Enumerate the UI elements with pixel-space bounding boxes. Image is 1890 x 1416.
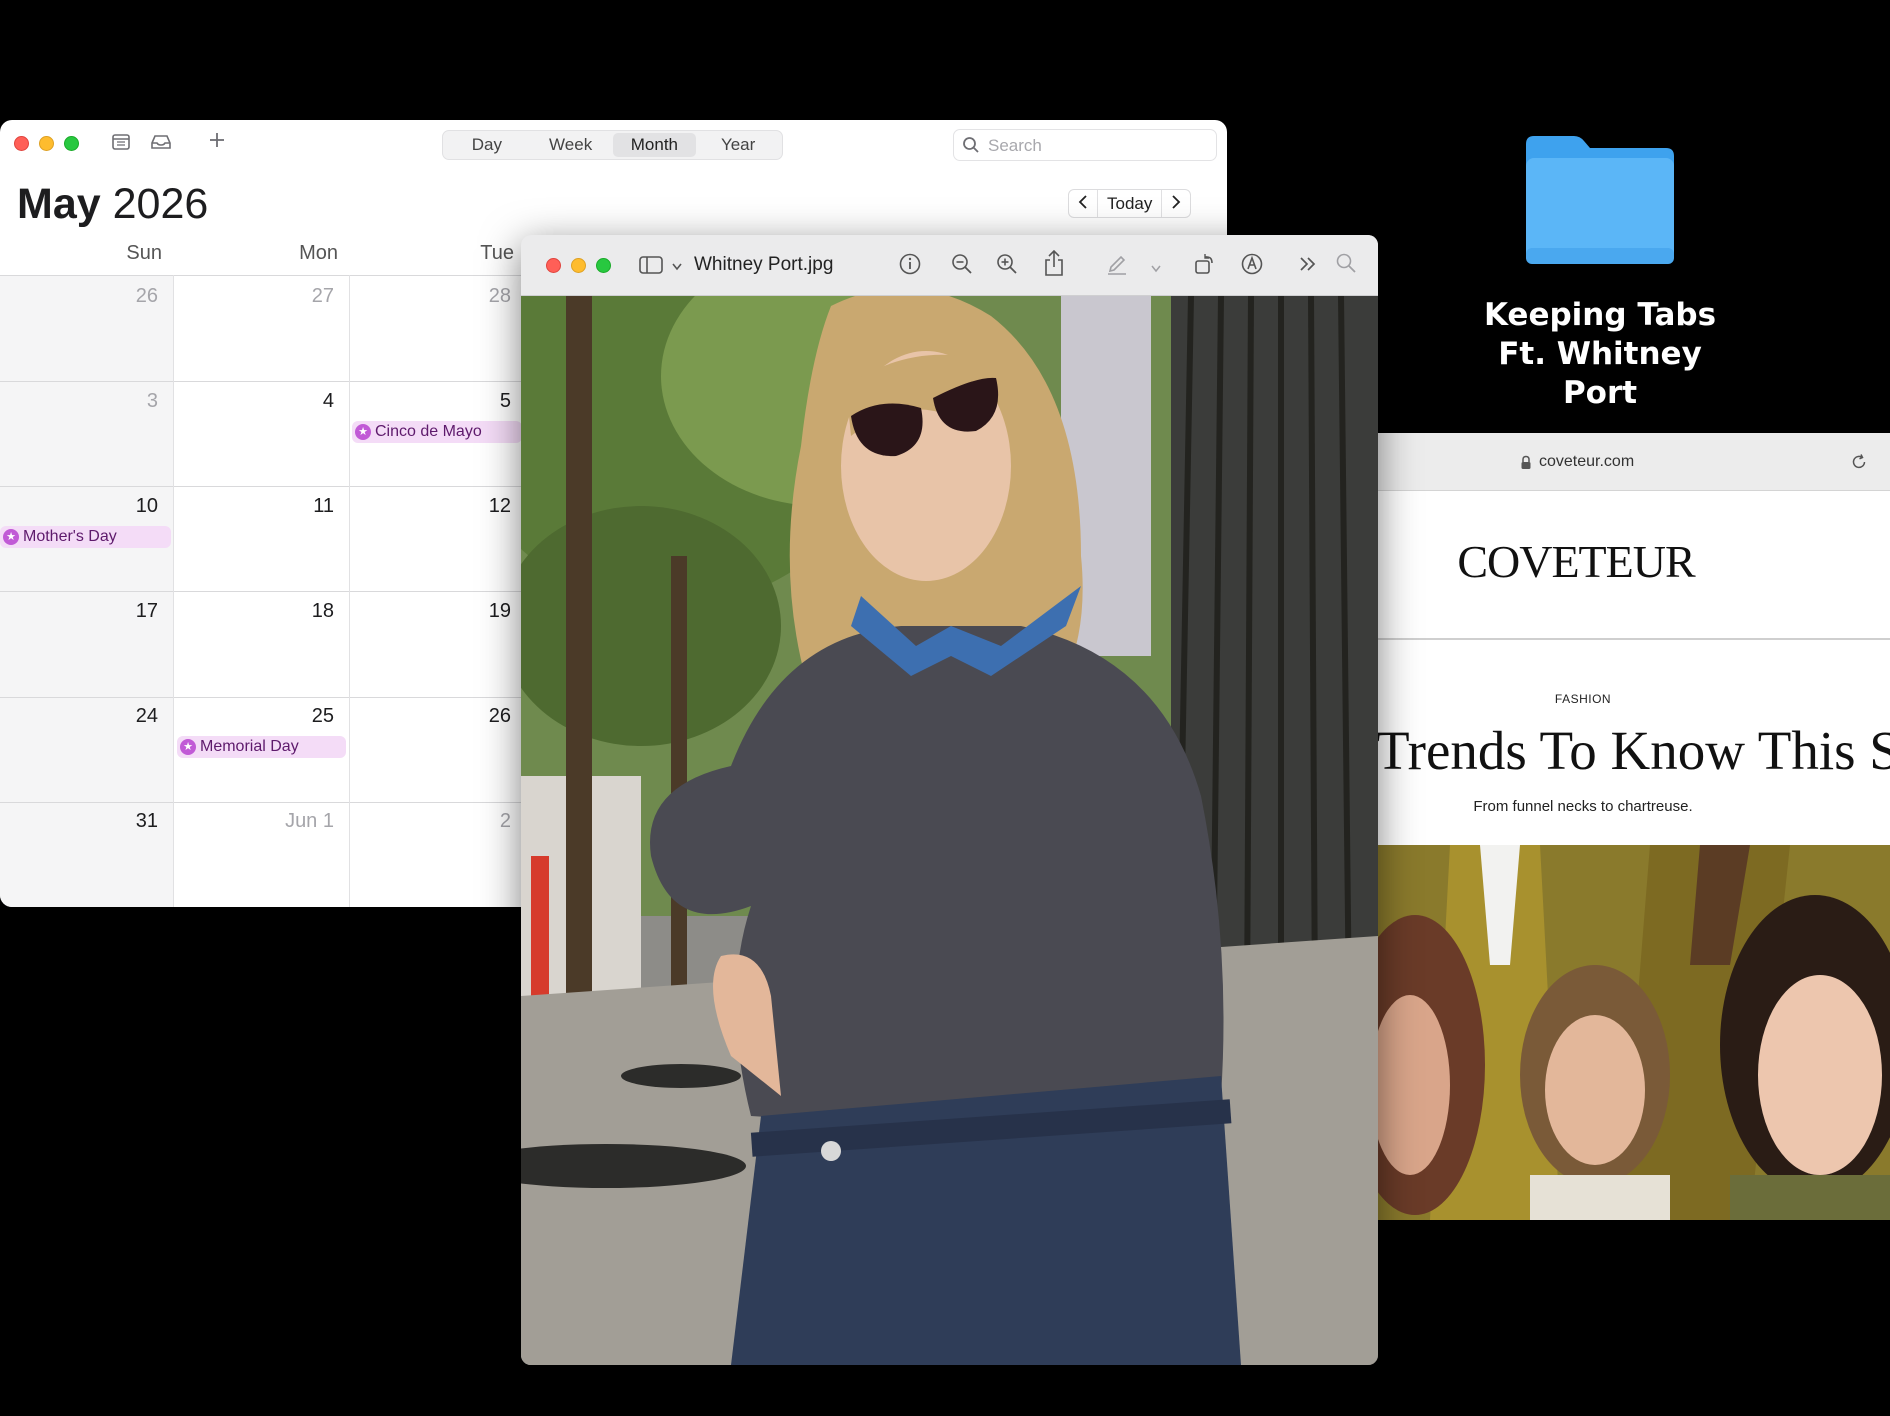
header-divider [1370, 638, 1890, 640]
folder-icon [1526, 136, 1674, 264]
minimize-button[interactable] [39, 136, 54, 151]
article-subtitle: From funnel necks to chartreuse. [1473, 798, 1693, 815]
article-hero-image[interactable] [1370, 845, 1890, 1220]
site-logo-text: COVETEUR [1457, 536, 1695, 587]
article-category[interactable]: FASHION [1370, 692, 1796, 706]
folder-label-line2: Ft. Whitney Port [1498, 336, 1702, 411]
window-controls [14, 136, 79, 151]
chevron-left-icon [1078, 195, 1087, 209]
lock-icon [1520, 455, 1532, 475]
holiday-star-icon: ★ [355, 424, 371, 440]
zoom-in-icon[interactable] [995, 252, 1019, 281]
folder-label-line1: Keeping Tabs [1483, 297, 1717, 333]
previous-month-button[interactable] [1069, 190, 1097, 217]
weekday-tue: Tue [480, 242, 514, 264]
calendar-list-icon[interactable] [111, 132, 131, 157]
holiday-star-icon: ★ [3, 529, 19, 545]
tab-day[interactable]: Day [445, 133, 529, 157]
day-number[interactable]: 10 [98, 495, 158, 518]
zoom-button[interactable] [64, 136, 79, 151]
day-number[interactable]: 5 [451, 390, 511, 413]
rotate-icon[interactable] [1193, 252, 1217, 281]
tab-year[interactable]: Year [696, 133, 780, 157]
window-controls [546, 258, 611, 273]
zoom-out-icon[interactable] [950, 252, 974, 281]
url-text: coveteur.com [1539, 453, 1635, 470]
search-icon[interactable] [1335, 252, 1357, 279]
tab-week[interactable]: Week [529, 133, 613, 157]
folder-label: Keeping Tabs Ft. Whitney Port [1470, 296, 1730, 413]
article-headline[interactable]: Trends To Know This Se [1376, 719, 1890, 782]
close-button[interactable] [546, 258, 561, 273]
holiday-star-icon: ★ [180, 739, 196, 755]
markup-pen-icon[interactable] [1105, 252, 1129, 281]
day-number[interactable]: 26 [98, 285, 158, 308]
calendar-toolbar: Day Week Month Year [0, 120, 1227, 168]
month-title: May 2026 [17, 180, 208, 229]
day-number[interactable]: 18 [274, 600, 334, 623]
chevron-down-icon[interactable] [671, 259, 683, 277]
weekday-sun: Sun [126, 242, 162, 264]
address-bar[interactable]: coveteur.com [1370, 445, 1890, 479]
sidebar-toggle-icon[interactable] [639, 255, 663, 280]
grid-line [173, 275, 174, 907]
event-cinco-de-mayo[interactable]: ★ Cinco de Mayo [352, 421, 522, 443]
event-title: Mother's Day [23, 528, 117, 545]
day-number[interactable]: Jun 1 [274, 810, 334, 833]
preview-window: Whitney Port.jpg [521, 235, 1378, 1365]
event-memorial-day[interactable]: ★ Memorial Day [177, 736, 346, 758]
reload-icon[interactable] [1850, 453, 1868, 476]
day-number[interactable]: 17 [98, 600, 158, 623]
search-input[interactable] [988, 135, 1208, 157]
today-button[interactable]: Today [1097, 190, 1161, 217]
desktop-folder[interactable]: Keeping Tabs Ft. Whitney Port [1470, 130, 1730, 413]
minimize-button[interactable] [571, 258, 586, 273]
next-month-button[interactable] [1161, 190, 1190, 217]
site-logo[interactable]: COVETEUR [1370, 535, 1782, 588]
day-number[interactable]: 12 [451, 495, 511, 518]
day-number[interactable]: 4 [274, 390, 334, 413]
document-title[interactable]: Whitney Port.jpg [694, 254, 833, 276]
calendar-search [953, 129, 1217, 161]
day-number[interactable]: 2 [451, 810, 511, 833]
close-button[interactable] [14, 136, 29, 151]
event-mothers-day[interactable]: ★ Mother's Day [0, 526, 171, 548]
safari-window: coveteur.com COVETEUR FASHION Trends To … [1370, 433, 1890, 1220]
add-event-icon[interactable] [207, 130, 227, 155]
chevron-right-icon [1172, 195, 1181, 209]
day-number[interactable]: 24 [98, 705, 158, 728]
info-icon[interactable] [898, 252, 922, 281]
preview-toolbar: Whitney Port.jpg [521, 235, 1378, 296]
tab-month[interactable]: Month [612, 133, 697, 157]
day-number[interactable]: 26 [451, 705, 511, 728]
event-title: Cinco de Mayo [375, 423, 482, 440]
share-icon[interactable] [1043, 249, 1065, 282]
day-number[interactable]: 28 [451, 285, 511, 308]
more-tools-icon[interactable] [1298, 252, 1318, 281]
day-number[interactable]: 19 [451, 600, 511, 623]
photo-canvas[interactable] [521, 296, 1378, 1365]
chevron-down-icon[interactable] [1151, 260, 1161, 278]
zoom-button[interactable] [596, 258, 611, 273]
weekday-mon: Mon [299, 242, 338, 264]
day-number[interactable]: 31 [98, 810, 158, 833]
inbox-icon[interactable] [150, 132, 172, 157]
event-title: Memorial Day [200, 738, 299, 755]
view-switcher: Day Week Month Year [442, 130, 783, 160]
month-name: May [17, 180, 101, 228]
markup-icon[interactable] [1240, 252, 1264, 281]
day-number[interactable]: 3 [98, 390, 158, 413]
date-navigation: Today [1068, 189, 1192, 218]
year-label: 2026 [112, 180, 209, 228]
search-icon [962, 136, 980, 159]
grid-line [349, 275, 350, 907]
safari-toolbar: coveteur.com [1370, 433, 1890, 491]
day-number[interactable]: 25 [274, 705, 334, 728]
day-number[interactable]: 27 [274, 285, 334, 308]
day-number[interactable]: 11 [274, 495, 334, 518]
